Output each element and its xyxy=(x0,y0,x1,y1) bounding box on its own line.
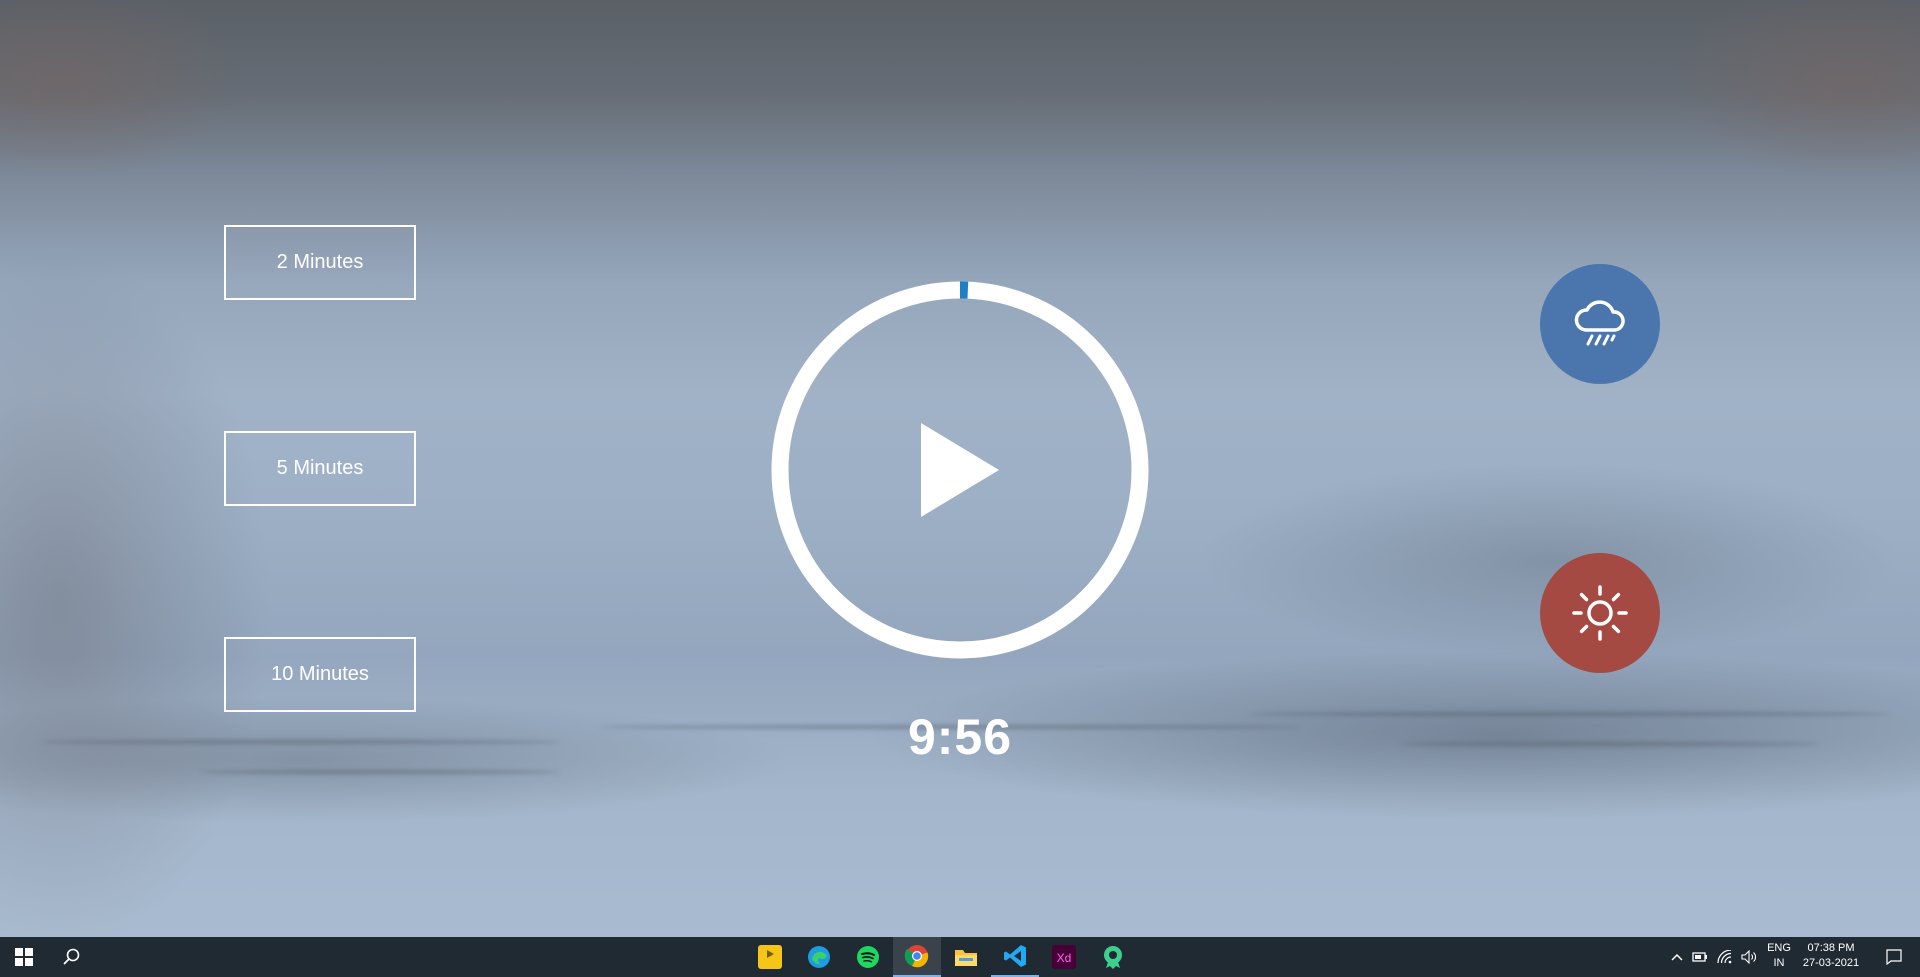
vscode-icon xyxy=(1004,945,1026,967)
taskbar: Xd ENG IN 07:38 PM 27-03-2021 xyxy=(0,937,1920,977)
taskbar-app-chrome[interactable] xyxy=(893,937,941,977)
battery-button[interactable] xyxy=(1688,937,1712,977)
xd-icon: Xd xyxy=(1052,945,1076,969)
taskbar-app-adobe-xd[interactable]: Xd xyxy=(1040,937,1088,977)
preset-10-minutes-button[interactable]: 10 Minutes xyxy=(224,637,416,712)
windows-icon xyxy=(15,948,33,966)
preset-5-minutes-button[interactable]: 5 Minutes xyxy=(224,431,416,506)
ripple xyxy=(1400,742,1820,746)
clock-time: 07:38 PM xyxy=(1807,942,1855,954)
rain-cloud-icon xyxy=(1574,300,1625,346)
spotify-icon xyxy=(857,946,879,968)
start-button[interactable] xyxy=(0,937,48,977)
timer-display: 9:56 xyxy=(907,709,1013,765)
chevron-up-icon xyxy=(1671,953,1683,961)
volume-button[interactable] xyxy=(1737,937,1761,977)
sun-sound-button[interactable] xyxy=(1540,553,1660,673)
taskbar-app-edge[interactable] xyxy=(795,937,843,977)
taskbar-app-green[interactable] xyxy=(1089,937,1137,977)
speaker-icon xyxy=(1741,950,1756,964)
wifi-icon xyxy=(1717,950,1732,964)
timer-ring[interactable] xyxy=(771,281,1149,659)
green-app-icon xyxy=(1104,946,1122,969)
network-button[interactable] xyxy=(1713,937,1737,977)
battery-icon xyxy=(1692,952,1707,962)
ripple xyxy=(200,770,560,774)
language-indicator[interactable]: ENG IN xyxy=(1762,941,1796,971)
notification-icon xyxy=(1886,949,1902,965)
taskbar-app-vscode[interactable] xyxy=(991,937,1039,977)
taskbar-app-spotify[interactable] xyxy=(844,937,892,977)
action-center-button[interactable] xyxy=(1874,937,1914,977)
clock[interactable]: 07:38 PM 27-03-2021 xyxy=(1797,941,1865,971)
chrome-icon xyxy=(904,945,929,968)
search-button[interactable] xyxy=(48,937,96,977)
taskbar-app-file-explorer[interactable] xyxy=(942,937,990,977)
taskbar-app-player[interactable] xyxy=(746,937,794,977)
clock-date: 27-03-2021 xyxy=(1802,957,1860,969)
rain-sound-button[interactable] xyxy=(1540,264,1660,384)
ripple xyxy=(1250,712,1890,716)
svg-text:Xd: Xd xyxy=(1057,951,1072,965)
language-label: ENG xyxy=(1767,942,1791,954)
edge-icon xyxy=(808,946,830,968)
play-icon[interactable] xyxy=(921,423,999,517)
sun-icon xyxy=(1572,585,1628,641)
ripple xyxy=(40,740,560,744)
region-label: IN xyxy=(1773,957,1785,969)
preset-2-minutes-button[interactable]: 2 Minutes xyxy=(224,225,416,300)
search-icon xyxy=(63,948,80,965)
folder-icon xyxy=(955,950,977,966)
player-icon xyxy=(758,945,782,969)
